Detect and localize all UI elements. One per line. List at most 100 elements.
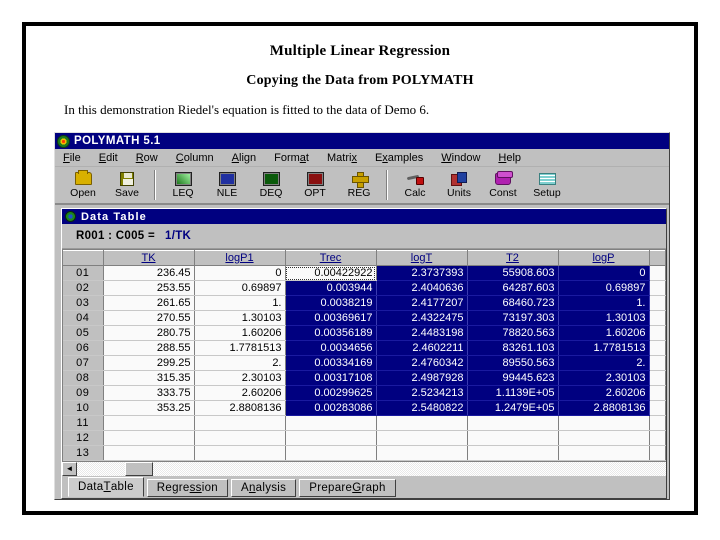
table-row[interactable]: 13 (63, 445, 666, 461)
cell-trec-r10[interactable]: 0.00283086 (285, 400, 377, 416)
cell-logp-r09[interactable]: 2.60206 (558, 385, 650, 401)
cell-logp-r11[interactable] (558, 415, 650, 431)
cell-logp1-r08[interactable]: 2.30103 (194, 370, 286, 386)
cell-trec-r09[interactable]: 0.00299625 (285, 385, 377, 401)
cell-logt-r08[interactable]: 2.4987928 (376, 370, 468, 386)
column-header-trec[interactable]: Trec (285, 250, 377, 266)
cell-logt-r02[interactable]: 2.4040636 (376, 280, 468, 296)
menu-item-examples[interactable]: Examples (375, 152, 432, 164)
cell-trec-r05[interactable]: 0.00356189 (285, 325, 377, 341)
cell-logp-r12[interactable] (558, 430, 650, 446)
row-header[interactable]: 09 (63, 385, 104, 401)
column-header-logt[interactable]: logT (376, 250, 468, 266)
cell-logt-r06[interactable]: 2.4602211 (376, 340, 468, 356)
toolbar-button-calc[interactable]: Calc (393, 170, 437, 199)
scroll-track[interactable] (77, 462, 666, 476)
toolbar-button-save[interactable]: Save (105, 170, 149, 199)
formula-bar[interactable]: R001 : C005 = 1/TK (62, 224, 666, 249)
tab-prepare-graph[interactable]: Prepare Graph (299, 479, 396, 497)
menu-item-file[interactable]: File (63, 152, 90, 164)
cell-logp-r04[interactable]: 1.30103 (558, 310, 650, 326)
cell-trec-r02[interactable]: 0.003944 (285, 280, 377, 296)
menu-item-format[interactable]: Format (274, 152, 318, 164)
row-header[interactable]: 07 (63, 355, 104, 371)
row-header[interactable]: 13 (63, 445, 104, 461)
toolbar-button-setup[interactable]: Setup (525, 170, 569, 199)
cell-logp1-r13[interactable] (194, 445, 286, 461)
cell-logp-r05[interactable]: 1.60206 (558, 325, 650, 341)
cell-logp1-r05[interactable]: 1.60206 (194, 325, 286, 341)
tab-regression[interactable]: Regre ss ion (146, 479, 228, 497)
column-header-overflow[interactable] (649, 250, 666, 266)
column-header-logp[interactable]: logP (558, 250, 650, 266)
toolbar-button-reg[interactable]: REG (337, 170, 381, 199)
row-header[interactable]: 05 (63, 325, 104, 341)
menu-item-row[interactable]: Row (136, 152, 167, 164)
cell-t2-r06[interactable]: 83261.103 (467, 340, 559, 356)
cell-trec-r07[interactable]: 0.00334169 (285, 355, 377, 371)
row-header[interactable]: 01 (63, 265, 104, 281)
cell-t2-r04[interactable]: 73197.303 (467, 310, 559, 326)
menu-item-help[interactable]: Help (498, 152, 530, 164)
cell-logt-r07[interactable]: 2.4760342 (376, 355, 468, 371)
cell-logp-r02[interactable]: 0.69897 (558, 280, 650, 296)
row-header[interactable]: 10 (63, 400, 104, 416)
cell-t2-r11[interactable] (467, 415, 559, 431)
cell-trec-r08[interactable]: 0.00317108 (285, 370, 377, 386)
table-row[interactable]: 01 236.45 0 0.00422922 2.3737393 55908.603 0 (63, 265, 666, 281)
cell-logt-r11[interactable] (376, 415, 468, 431)
cell-tk-r13[interactable] (103, 445, 195, 461)
cell-t2-r12[interactable] (467, 430, 559, 446)
cell-tk-r04[interactable]: 270.55 (103, 310, 195, 326)
cell-trec-r01[interactable]: 0.00422922 (285, 265, 377, 281)
table-row[interactable]: 02 253.55 0.69897 0.003944 2.4040636 64287.60… (63, 280, 666, 296)
cell-logt-r03[interactable]: 2.4177207 (376, 295, 468, 311)
row-header[interactable]: 08 (63, 370, 104, 386)
menu-item-column[interactable]: Column (176, 152, 223, 164)
table-row[interactable]: 12 (63, 430, 666, 446)
tab-data-table[interactable]: Data Table (68, 477, 144, 497)
cell-logp-r03[interactable]: 1. (558, 295, 650, 311)
cell-t2-r03[interactable]: 68460.723 (467, 295, 559, 311)
scroll-left-arrow-icon[interactable]: ◄ (62, 462, 77, 476)
table-row[interactable]: 07 299.25 2. 0.00334169 2.4760342 89550.563 2. (63, 355, 666, 371)
cell-logp-r08[interactable]: 2.30103 (558, 370, 650, 386)
cell-logp1-r01[interactable]: 0 (194, 265, 286, 281)
cell-tk-r05[interactable]: 280.75 (103, 325, 195, 341)
column-header-logp1[interactable]: logP1 (194, 250, 286, 266)
cell-t2-r13[interactable] (467, 445, 559, 461)
cell-trec-r03[interactable]: 0.0038219 (285, 295, 377, 311)
table-row[interactable]: 03 261.65 1. 0.0038219 2.4177207 68460.723 1. (63, 295, 666, 311)
cell-tk-r07[interactable]: 299.25 (103, 355, 195, 371)
cell-t2-r05[interactable]: 78820.563 (467, 325, 559, 341)
cell-tk-r01[interactable]: 236.45 (103, 265, 195, 281)
cell-trec-r04[interactable]: 0.00369617 (285, 310, 377, 326)
cell-trec-r12[interactable] (285, 430, 377, 446)
cell-trec-r06[interactable]: 0.0034656 (285, 340, 377, 356)
column-header-tk[interactable]: TK (103, 250, 195, 266)
toolbar-button-open[interactable]: Open (61, 170, 105, 199)
row-header[interactable]: 02 (63, 280, 104, 296)
cell-tk-r11[interactable] (103, 415, 195, 431)
cell-logp-r13[interactable] (558, 445, 650, 461)
cell-logp1-r11[interactable] (194, 415, 286, 431)
cell-logt-r12[interactable] (376, 430, 468, 446)
cell-tk-r03[interactable]: 261.65 (103, 295, 195, 311)
data-table-titlebar[interactable]: Data Table (62, 209, 666, 224)
cell-logp1-r09[interactable]: 2.60206 (194, 385, 286, 401)
row-header[interactable]: 06 (63, 340, 104, 356)
cell-t2-r09[interactable]: 1.1139E+05 (467, 385, 559, 401)
cell-tk-r08[interactable]: 315.35 (103, 370, 195, 386)
cell-t2-r08[interactable]: 99445.623 (467, 370, 559, 386)
row-header[interactable]: 04 (63, 310, 104, 326)
cell-logp1-r12[interactable] (194, 430, 286, 446)
cell-t2-r02[interactable]: 64287.603 (467, 280, 559, 296)
cell-logp1-r04[interactable]: 1.30103 (194, 310, 286, 326)
grid-corner-cell[interactable] (63, 250, 104, 266)
cell-trec-r13[interactable] (285, 445, 377, 461)
table-row[interactable]: 10 353.25 2.8808136 0.00283086 2.5480822 1.24… (63, 400, 666, 416)
toolbar-button-nle[interactable]: NLE (205, 170, 249, 199)
cell-tk-r12[interactable] (103, 430, 195, 446)
cell-t2-r07[interactable]: 89550.563 (467, 355, 559, 371)
scroll-thumb[interactable] (125, 462, 153, 476)
